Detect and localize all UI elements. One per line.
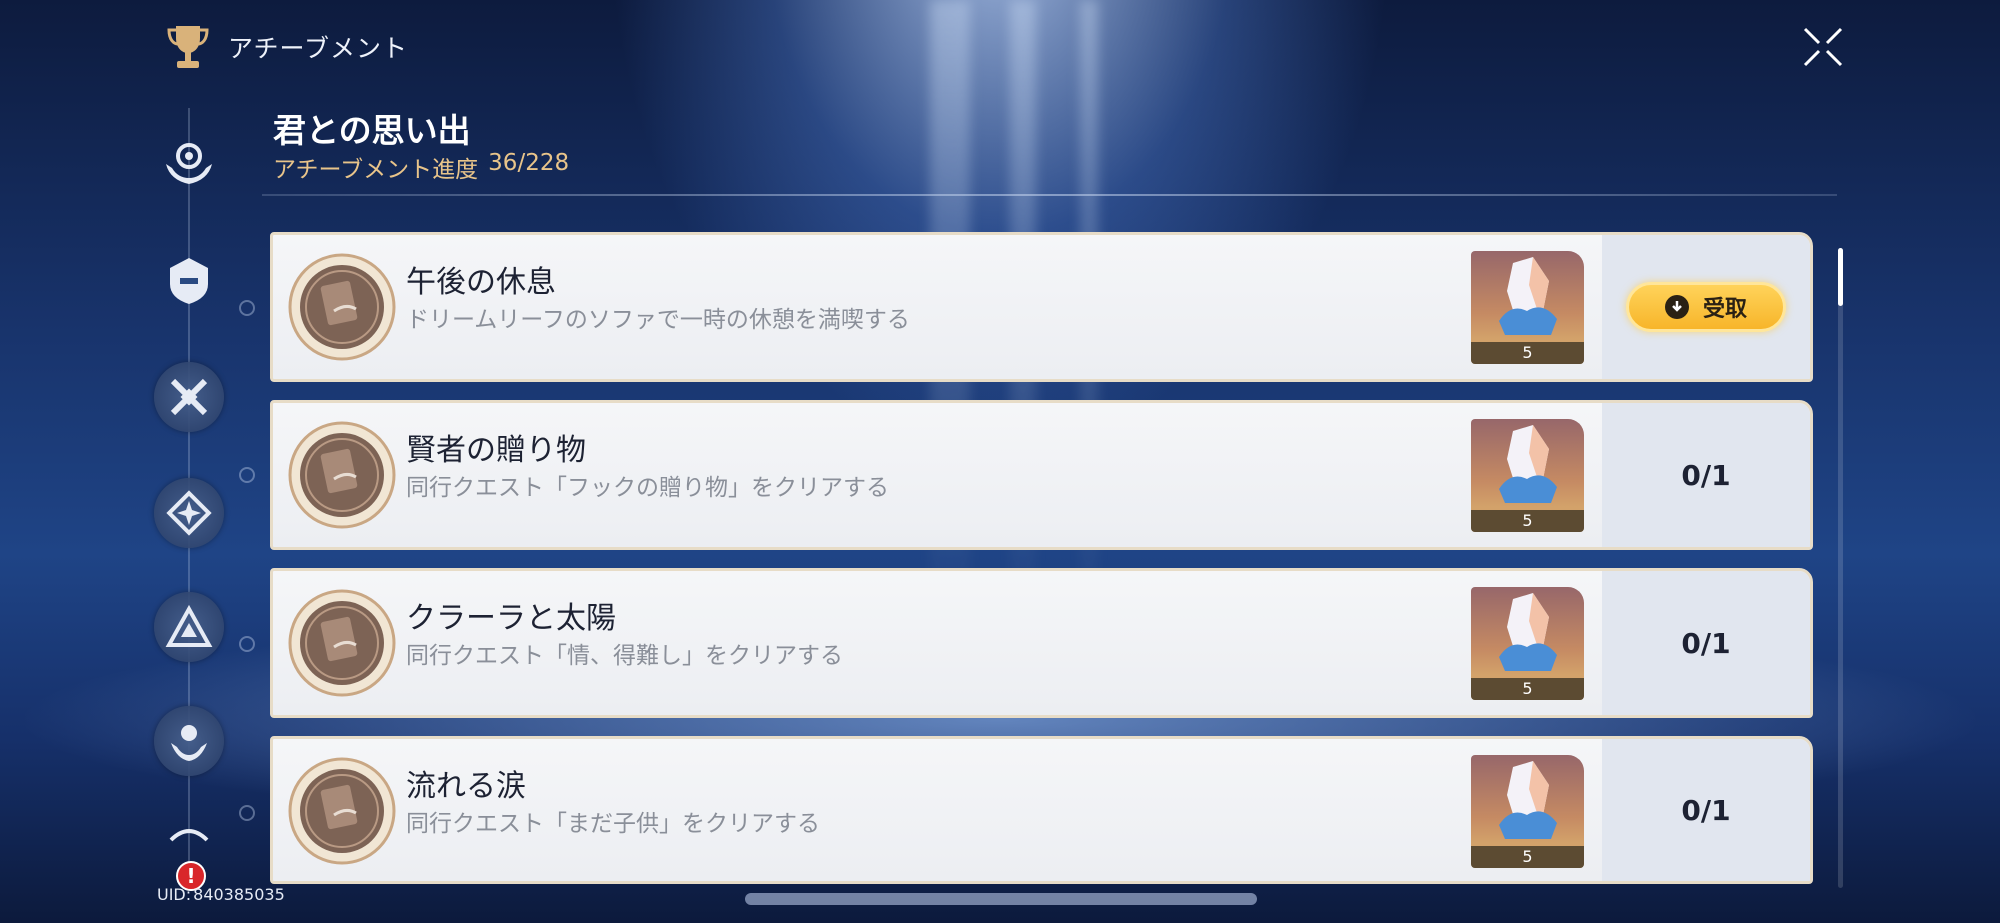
progress-count: 0/1 bbox=[1681, 793, 1731, 827]
crystal-icon bbox=[1499, 425, 1557, 503]
helmet-emblem-icon bbox=[170, 258, 208, 304]
claim-label: 受取 bbox=[1702, 297, 1747, 322]
sidebar-dot bbox=[239, 805, 255, 821]
reward-quantity: 5 bbox=[1471, 678, 1584, 700]
uid-value: 840385035 bbox=[193, 885, 285, 904]
section-title: 君との思い出 bbox=[273, 111, 471, 150]
partial-emblem-icon bbox=[169, 829, 209, 842]
flower-hands-icon bbox=[171, 725, 207, 761]
sidebar-dot bbox=[239, 300, 255, 316]
sidebar-dot bbox=[239, 467, 255, 483]
status-panel: 0/1 bbox=[1602, 739, 1810, 881]
uid-prefix: UID: bbox=[157, 885, 192, 904]
claim-button[interactable]: 受取 bbox=[1626, 282, 1786, 332]
triangle-emblem-icon bbox=[165, 604, 213, 647]
uid-label: UID: 840385035 bbox=[157, 885, 285, 904]
reward-item[interactable]: 5 bbox=[1471, 587, 1584, 700]
reward-item[interactable]: 5 bbox=[1471, 419, 1584, 532]
achievement-badge-icon bbox=[288, 421, 396, 529]
status-panel: 0/1 bbox=[1602, 571, 1810, 715]
reward-item[interactable]: 5 bbox=[1471, 755, 1584, 868]
achievement-card[interactable]: 午後の休息 ドリームリーフのソファで一時の休憩を満喫する 5 受取 bbox=[270, 232, 1813, 382]
achievement-name: 流れる涙 bbox=[406, 769, 526, 804]
achievement-description: 同行クエスト「情、得難し」をクリアする bbox=[406, 643, 843, 669]
download-icon bbox=[1664, 295, 1689, 319]
trophy-icon bbox=[167, 26, 209, 68]
close-button[interactable] bbox=[1800, 24, 1846, 70]
status-panel: 受取 bbox=[1602, 235, 1810, 379]
scrollbar-track[interactable] bbox=[1838, 248, 1843, 888]
scrollbar-thumb[interactable] bbox=[1838, 248, 1843, 306]
header-title: アチーブメント bbox=[228, 34, 409, 63]
progress-count: 0/1 bbox=[1681, 626, 1731, 660]
achievement-badge-icon bbox=[288, 253, 396, 361]
status-panel: 0/1 bbox=[1602, 403, 1810, 547]
reward-item[interactable]: 5 bbox=[1471, 251, 1584, 364]
reward-quantity: 5 bbox=[1471, 510, 1584, 532]
header: アチーブメント bbox=[166, 22, 408, 72]
sidebar-item-7[interactable] bbox=[154, 820, 224, 860]
achievement-name: 午後の休息 bbox=[406, 265, 556, 300]
achievement-badge-icon bbox=[288, 757, 396, 865]
progress-value: 36/228 bbox=[488, 150, 570, 176]
achievement-progress: アチーブメント進度 36/228 bbox=[273, 150, 569, 184]
achievement-badge-icon bbox=[288, 589, 396, 697]
achievement-card[interactable]: 流れる涙 同行クエスト「まだ子供」をクリアする 5 0/1 bbox=[270, 736, 1813, 884]
diamond-star-icon bbox=[166, 490, 212, 536]
achievement-description: 同行クエスト「まだ子供」をクリアする bbox=[406, 811, 820, 837]
crossed-swords-icon bbox=[170, 378, 208, 416]
sidebar-item-1[interactable] bbox=[154, 128, 224, 198]
sidebar-item-5[interactable] bbox=[154, 592, 224, 662]
close-icon bbox=[1803, 27, 1843, 67]
achievement-name: 賢者の贈り物 bbox=[406, 433, 586, 468]
achievement-description: 同行クエスト「フックの贈り物」をクリアする bbox=[406, 475, 889, 501]
sidebar-item-3[interactable] bbox=[154, 362, 224, 432]
achievement-name: クラーラと太陽 bbox=[406, 601, 616, 636]
sidebar-dot bbox=[239, 636, 255, 652]
sidebar-item-4[interactable] bbox=[154, 478, 224, 548]
crystal-icon bbox=[1499, 761, 1557, 839]
progress-label: アチーブメント進度 bbox=[273, 157, 479, 183]
achievement-card[interactable]: 賢者の贈り物 同行クエスト「フックの贈り物」をクリアする 5 0/1 bbox=[270, 400, 1813, 550]
sidebar-item-2[interactable] bbox=[154, 246, 224, 316]
sidebar-item-6[interactable] bbox=[154, 706, 224, 776]
progress-count: 0/1 bbox=[1681, 458, 1731, 492]
crystal-icon bbox=[1499, 257, 1557, 335]
crystal-icon bbox=[1499, 593, 1557, 671]
reward-quantity: 5 bbox=[1471, 846, 1584, 868]
achievement-description: ドリームリーフのソファで一時の休憩を満喫する bbox=[406, 307, 910, 333]
achievement-card[interactable]: クラーラと太陽 同行クエスト「情、得難し」をクリアする 5 0/1 bbox=[270, 568, 1813, 718]
hands-gear-icon bbox=[166, 143, 212, 184]
divider bbox=[262, 194, 1837, 196]
home-indicator[interactable] bbox=[745, 893, 1257, 905]
reward-quantity: 5 bbox=[1471, 342, 1584, 364]
